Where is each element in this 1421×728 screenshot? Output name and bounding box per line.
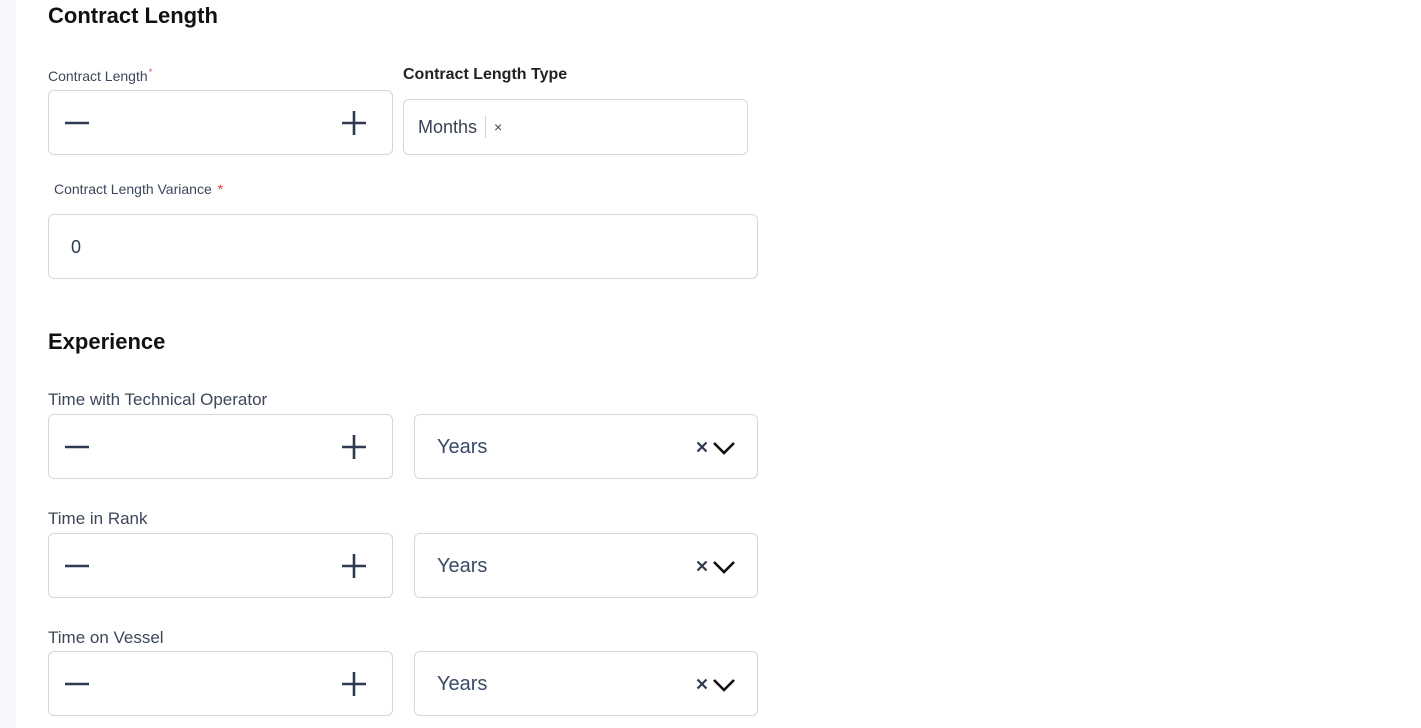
contract-length-stepper — [48, 90, 393, 155]
increment-button[interactable] — [326, 415, 382, 478]
required-mark: * — [217, 181, 224, 197]
minus-icon — [65, 121, 89, 124]
chevron-down-icon[interactable] — [711, 556, 737, 578]
increment-button[interactable] — [326, 534, 382, 597]
contract-length-label: Contract Length* — [48, 67, 153, 84]
contract-length-variance-label-text: Contract Length Variance — [54, 181, 212, 197]
tag-label: Months — [418, 116, 478, 137]
decrement-button[interactable] — [49, 91, 105, 154]
selected-unit: Years — [437, 673, 488, 695]
plus-icon — [342, 671, 366, 696]
decrement-button[interactable] — [49, 652, 105, 715]
tag-separator — [485, 116, 487, 138]
decrement-button[interactable] — [49, 415, 105, 478]
section-title-contract-length: Contract Length — [48, 3, 218, 28]
remove-tag-icon[interactable]: × — [494, 119, 502, 135]
selected-unit: Years — [437, 555, 488, 577]
clear-icon[interactable] — [694, 436, 710, 458]
time-with-technical-operator-stepper — [48, 414, 393, 479]
time-on-vessel-stepper — [48, 651, 393, 716]
selected-tag-months: Months × — [418, 116, 502, 138]
plus-icon — [342, 110, 366, 135]
minus-icon — [65, 445, 89, 448]
time-on-vessel-input[interactable] — [109, 662, 329, 706]
minus-icon — [65, 564, 89, 567]
plus-icon — [342, 553, 366, 578]
chevron-down-icon[interactable] — [711, 674, 737, 696]
increment-button[interactable] — [326, 91, 382, 154]
minus-icon — [65, 682, 89, 685]
section-title-experience: Experience — [48, 329, 166, 354]
required-mark: * — [148, 67, 153, 77]
contract-length-type-select[interactable]: Months × — [403, 99, 748, 155]
contract-length-type-label: Contract Length Type — [403, 66, 568, 83]
chevron-down-icon[interactable] — [711, 437, 737, 459]
time-in-rank-label: Time in Rank — [48, 509, 148, 528]
increment-button[interactable] — [326, 652, 382, 715]
contract-length-input[interactable] — [109, 101, 329, 145]
time-in-rank-input[interactable] — [109, 544, 329, 588]
time-in-rank-unit-select[interactable]: Years — [414, 533, 758, 598]
contract-length-variance-field — [48, 214, 758, 279]
time-with-technical-operator-label: Time with Technical Operator — [48, 390, 268, 409]
form-content: Contract Length Contract Length* Contrac… — [48, 0, 768, 728]
clear-icon[interactable] — [694, 555, 710, 577]
decrement-button[interactable] — [49, 534, 105, 597]
time-on-vessel-unit-select[interactable]: Years — [414, 651, 758, 716]
contract-length-variance-label: Contract Length Variance * — [54, 181, 223, 197]
left-rail — [0, 0, 16, 728]
clear-icon[interactable] — [694, 673, 710, 695]
time-in-rank-stepper — [48, 533, 393, 598]
plus-icon — [342, 434, 366, 459]
time-with-technical-operator-input[interactable] — [109, 425, 329, 469]
time-with-technical-operator-unit-select[interactable]: Years — [414, 414, 758, 479]
selected-unit: Years — [437, 436, 488, 458]
contract-length-variance-input[interactable] — [71, 225, 731, 269]
time-on-vessel-label: Time on Vessel — [48, 628, 164, 647]
contract-length-label-text: Contract Length — [48, 68, 148, 84]
